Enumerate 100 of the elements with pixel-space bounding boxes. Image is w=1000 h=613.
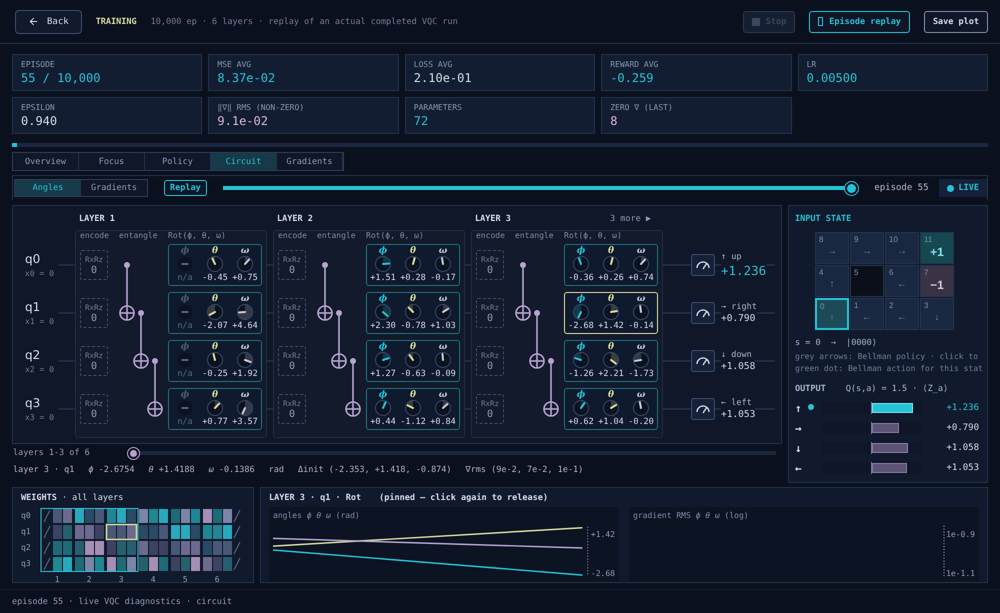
measure-icon (691, 302, 715, 324)
gate-value: 0 (90, 408, 98, 420)
cell-index: 11 (924, 235, 934, 244)
q-value: +1.058 (945, 443, 980, 453)
grid-cell[interactable]: 7 −1 (920, 265, 954, 297)
parameter-symbol: θ (212, 246, 218, 256)
gate-value: 0 (90, 264, 98, 276)
tab[interactable]: Overview (13, 153, 79, 170)
column-label: Rot(ϕ, θ, ω) (564, 231, 623, 241)
view-toggle[interactable]: Angles (15, 180, 81, 196)
parameter-symbol: θ (608, 342, 614, 352)
parameter-symbol: ω (438, 390, 448, 400)
parameter-symbol: θ (212, 390, 218, 400)
stat-label: ‖∇‖ RMS (NON-ZERO) (217, 103, 306, 112)
encoding-text: x3 = 0 (25, 413, 54, 422)
slider-thumb[interactable] (844, 182, 858, 194)
rotation-gate[interactable]: ϕ -2.68 θ +1.42 ω -0.14 (564, 292, 658, 334)
parameter-value: +0.44 (370, 416, 396, 428)
cell-index: 2 (889, 301, 894, 310)
stat-value: -0.259 (610, 71, 655, 85)
replay-button[interactable]: Episode replay (809, 10, 910, 32)
cell-mark: ↓ (934, 311, 940, 325)
parameter-value: -0.17 (430, 272, 456, 284)
gate-value: 0 (486, 312, 494, 324)
parameter-symbol: ω (240, 342, 250, 352)
column-label: encode (80, 231, 110, 241)
panel-title: INPUT STATE (795, 214, 852, 224)
column-label: encode (476, 231, 506, 241)
parameter-symbol: θ (410, 246, 416, 256)
view-toggle[interactable]: Gradients (81, 180, 147, 196)
back-arrow-icon (28, 16, 39, 27)
stat-label: PARAMETERS (414, 103, 463, 112)
parameter-symbol: θ (212, 342, 218, 352)
grid-cell[interactable]: 3 ↓ (920, 298, 954, 330)
parameter-symbol: ϕ (180, 342, 190, 352)
grid-cell[interactable]: 4 ↑ (815, 265, 849, 297)
stat-value: 55 / 10,000 (21, 71, 102, 85)
grid-cell[interactable]: 11 +1 (920, 232, 954, 264)
parameter-value: -0.78 (400, 320, 426, 332)
parameter-value: +3.57 (232, 416, 258, 428)
parameter-value: +0.74 (628, 272, 654, 284)
rotation-gate[interactable]: ϕ +0.62 θ +1.04 ω -0.20 (564, 388, 658, 430)
qubit-label: q3 (25, 396, 42, 410)
parameter-value: -0.09 (430, 368, 456, 380)
rotation-gate[interactable]: ϕ +1.51 θ +0.28 ω -0.17 (366, 244, 460, 286)
parameter-value: -0.14 (628, 320, 654, 332)
grid-cell[interactable]: 5 (850, 265, 884, 297)
grid-cell[interactable]: 2 ← (885, 298, 919, 330)
gate-value: 0 (90, 360, 98, 372)
parameter-value: +0.77 (202, 416, 228, 428)
grid-cell[interactable]: 10 → (885, 232, 919, 264)
cell-mark: ← (896, 311, 908, 325)
cell-mark: ↑ (828, 312, 836, 326)
stat-label: REWARD AVG (610, 60, 660, 69)
tab[interactable]: Gradients (277, 153, 343, 170)
rotation-gate[interactable]: ϕ +0.44 θ -1.12 ω +0.84 (366, 388, 460, 430)
parameter-symbol: ϕ (378, 390, 388, 400)
hint-text: green dot: Bellman action for this stat (795, 363, 984, 375)
readout-text: ω -0.1386 (208, 465, 255, 475)
parameter-symbol: ω (240, 294, 250, 304)
stat-value: 8.37e-02 (217, 71, 276, 85)
tab[interactable]: Focus (79, 153, 145, 170)
cursor-line (587, 526, 588, 576)
cell-mark: → (896, 245, 908, 259)
action-arrow: ← (795, 462, 803, 474)
parameter-symbol: ϕ (180, 294, 190, 304)
slider-thumb[interactable] (128, 448, 140, 458)
parameter-value: +4.64 (232, 320, 258, 332)
parameter-value: +1.03 (430, 320, 456, 332)
grid-cell[interactable]: 1 ← (850, 298, 884, 330)
tab[interactable]: Policy (145, 153, 211, 170)
output-value: +0.790 (721, 313, 756, 324)
back-button[interactable]: Back (15, 10, 82, 34)
layer-title: LAYER 1 (79, 214, 115, 224)
qubit-label: q2 (21, 542, 31, 554)
rotation-gate[interactable]: ϕ -1.26 θ +2.21 ω -1.73 (564, 340, 658, 382)
parameter-symbol: ϕ (180, 390, 190, 400)
encoding-text: x2 = 0 (25, 365, 54, 374)
layer-number: 3 (118, 575, 125, 585)
parameter-symbol: ω (636, 342, 646, 352)
run-description: 10,000 ep · 6 layers · replay of an actual completed VQC run (150, 16, 458, 26)
save-button[interactable]: Save plot (924, 10, 988, 32)
qubit-label: q0 (21, 510, 31, 522)
qubit-label: q0 (25, 252, 42, 266)
action-arrow: ↓ (795, 442, 803, 454)
grid-cell[interactable]: 8 → (815, 232, 849, 264)
grid-cell[interactable]: 6 ← (885, 265, 919, 297)
stat-label: EPISODE (21, 60, 56, 69)
replay-icon (818, 17, 824, 26)
more-layers-link[interactable]: 3 more ▶ (610, 214, 651, 224)
grid-cell[interactable]: 9 → (850, 232, 884, 264)
replay-button[interactable]: Replay (164, 180, 207, 196)
cell-index: 9 (854, 235, 860, 244)
rotation-gate[interactable]: ϕ -0.36 θ +0.26 ω +0.74 (564, 244, 658, 286)
rotation-gate[interactable]: ϕ +1.27 θ -0.63 ω -0.09 (366, 340, 460, 382)
rotation-gate[interactable]: ϕ +2.30 θ -0.78 ω +1.03 (366, 292, 460, 334)
tab[interactable]: Circuit (211, 153, 277, 170)
measure-icon (691, 254, 715, 276)
column-label: entangle (317, 231, 357, 241)
cell-index: 7 (924, 268, 930, 277)
